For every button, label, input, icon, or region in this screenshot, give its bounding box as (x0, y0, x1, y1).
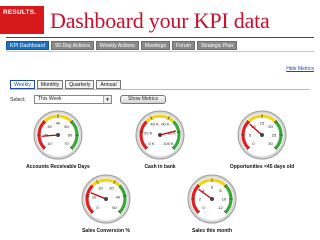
tab-weekly-actions[interactable]: Weekly Actions (95, 41, 139, 50)
kpi-gauge: 051015202530Opportunities <45 days old (230, 110, 294, 170)
gauge-tick-label: 30 (268, 141, 273, 146)
gauge-label: Opportunities <45 days old (230, 164, 294, 170)
tab-monthly[interactable]: Monthly (36, 80, 64, 89)
gauge-hub (210, 197, 214, 201)
gauge-tick-label: 20 (268, 124, 273, 129)
tab-meetings[interactable]: Meetings (140, 41, 170, 50)
gauge-tick-label: 40 K (150, 122, 159, 127)
select-label: Select: (10, 97, 26, 103)
gauge-tick-label: 20 K (144, 131, 153, 136)
gauge-tick-label: 15 (260, 120, 265, 125)
gauge-tick-label: 30 (47, 124, 52, 129)
gauge-label: Accounts Receivable Days (26, 164, 90, 170)
gauge-tick-label: 40 (56, 120, 61, 125)
gauge-tick-label: 10 (222, 196, 227, 201)
period-tab-bar: Weekly Monthly Quarterly Annual (10, 80, 121, 89)
gauge-tick-label: 50 (64, 124, 69, 129)
tab-annual[interactable]: Annual (96, 80, 121, 89)
period-select[interactable]: This Week ▼ (34, 95, 112, 104)
gauge-tick-label: 100 K (163, 141, 174, 146)
tab-forum[interactable]: Forum (171, 41, 195, 50)
tab-quarterly[interactable]: Quarterly (65, 80, 95, 89)
gauge-hub (104, 197, 108, 201)
kpi-gauge: 024681012Sales this month (187, 174, 237, 234)
kpi-gauge: 0 K20 K40 K 60 K80 K100 KCash in bank (135, 110, 185, 170)
gauge-tick-label: 50 (112, 205, 117, 210)
main-tab-bar: KPI Dashboard 90 Day Actions Weekly Acti… (6, 41, 238, 50)
gauge-tick-label: 40 (116, 195, 121, 200)
gauge-tick-label: 0 K (149, 141, 155, 146)
period-tab-divider (10, 89, 310, 90)
brand-logo: RESULTS. (0, 6, 44, 34)
gauge-hub (260, 133, 264, 137)
kpi-gauge: 01020 304050Sales Conversion % (81, 174, 131, 234)
gauge-panel: 10203040506070Accounts Receivable Days0 … (26, 110, 294, 234)
gauge-tick-label: 60 K (161, 122, 170, 127)
gauge-tick-label: 30 (109, 186, 114, 191)
tab-bar-divider (6, 51, 314, 52)
gauge-hub (158, 133, 162, 137)
brand-logo-text: RESULTS. (3, 9, 37, 16)
gauge-hub (56, 133, 60, 137)
gauge-tick-label: 20 (98, 186, 103, 191)
kpi-gauge: 10203040506070Accounts Receivable Days (26, 110, 90, 170)
page-title: Dashboard your KPI data (50, 8, 270, 33)
gauge-label: Sales Conversion % (82, 228, 130, 234)
tab-kpi-dashboard[interactable]: KPI Dashboard (6, 41, 50, 50)
gauge-tick-label: 70 (64, 141, 69, 146)
show-metrics-button[interactable]: Show Metrics (120, 95, 166, 104)
hide-metrics-link[interactable]: Hide Metrics (286, 66, 314, 72)
chevron-down-icon[interactable]: ▼ (103, 96, 111, 103)
title-divider (6, 37, 314, 38)
gauge-label: Sales this month (192, 228, 232, 234)
gauge-label: Cash in bank (144, 164, 175, 170)
period-select-value: This Week (38, 96, 62, 102)
gauge-tick-label: 10 (47, 141, 52, 146)
tab-strategic-plan[interactable]: Strategic Plan (196, 41, 238, 50)
gauge-tick-label: 60 (68, 132, 73, 137)
tab-weekly[interactable]: Weekly (10, 80, 35, 89)
gauge-tick-label: 12 (218, 205, 223, 210)
tab-90-day-actions[interactable]: 90 Day Actions (51, 41, 94, 50)
gauge-tick-label: 25 (272, 132, 277, 137)
